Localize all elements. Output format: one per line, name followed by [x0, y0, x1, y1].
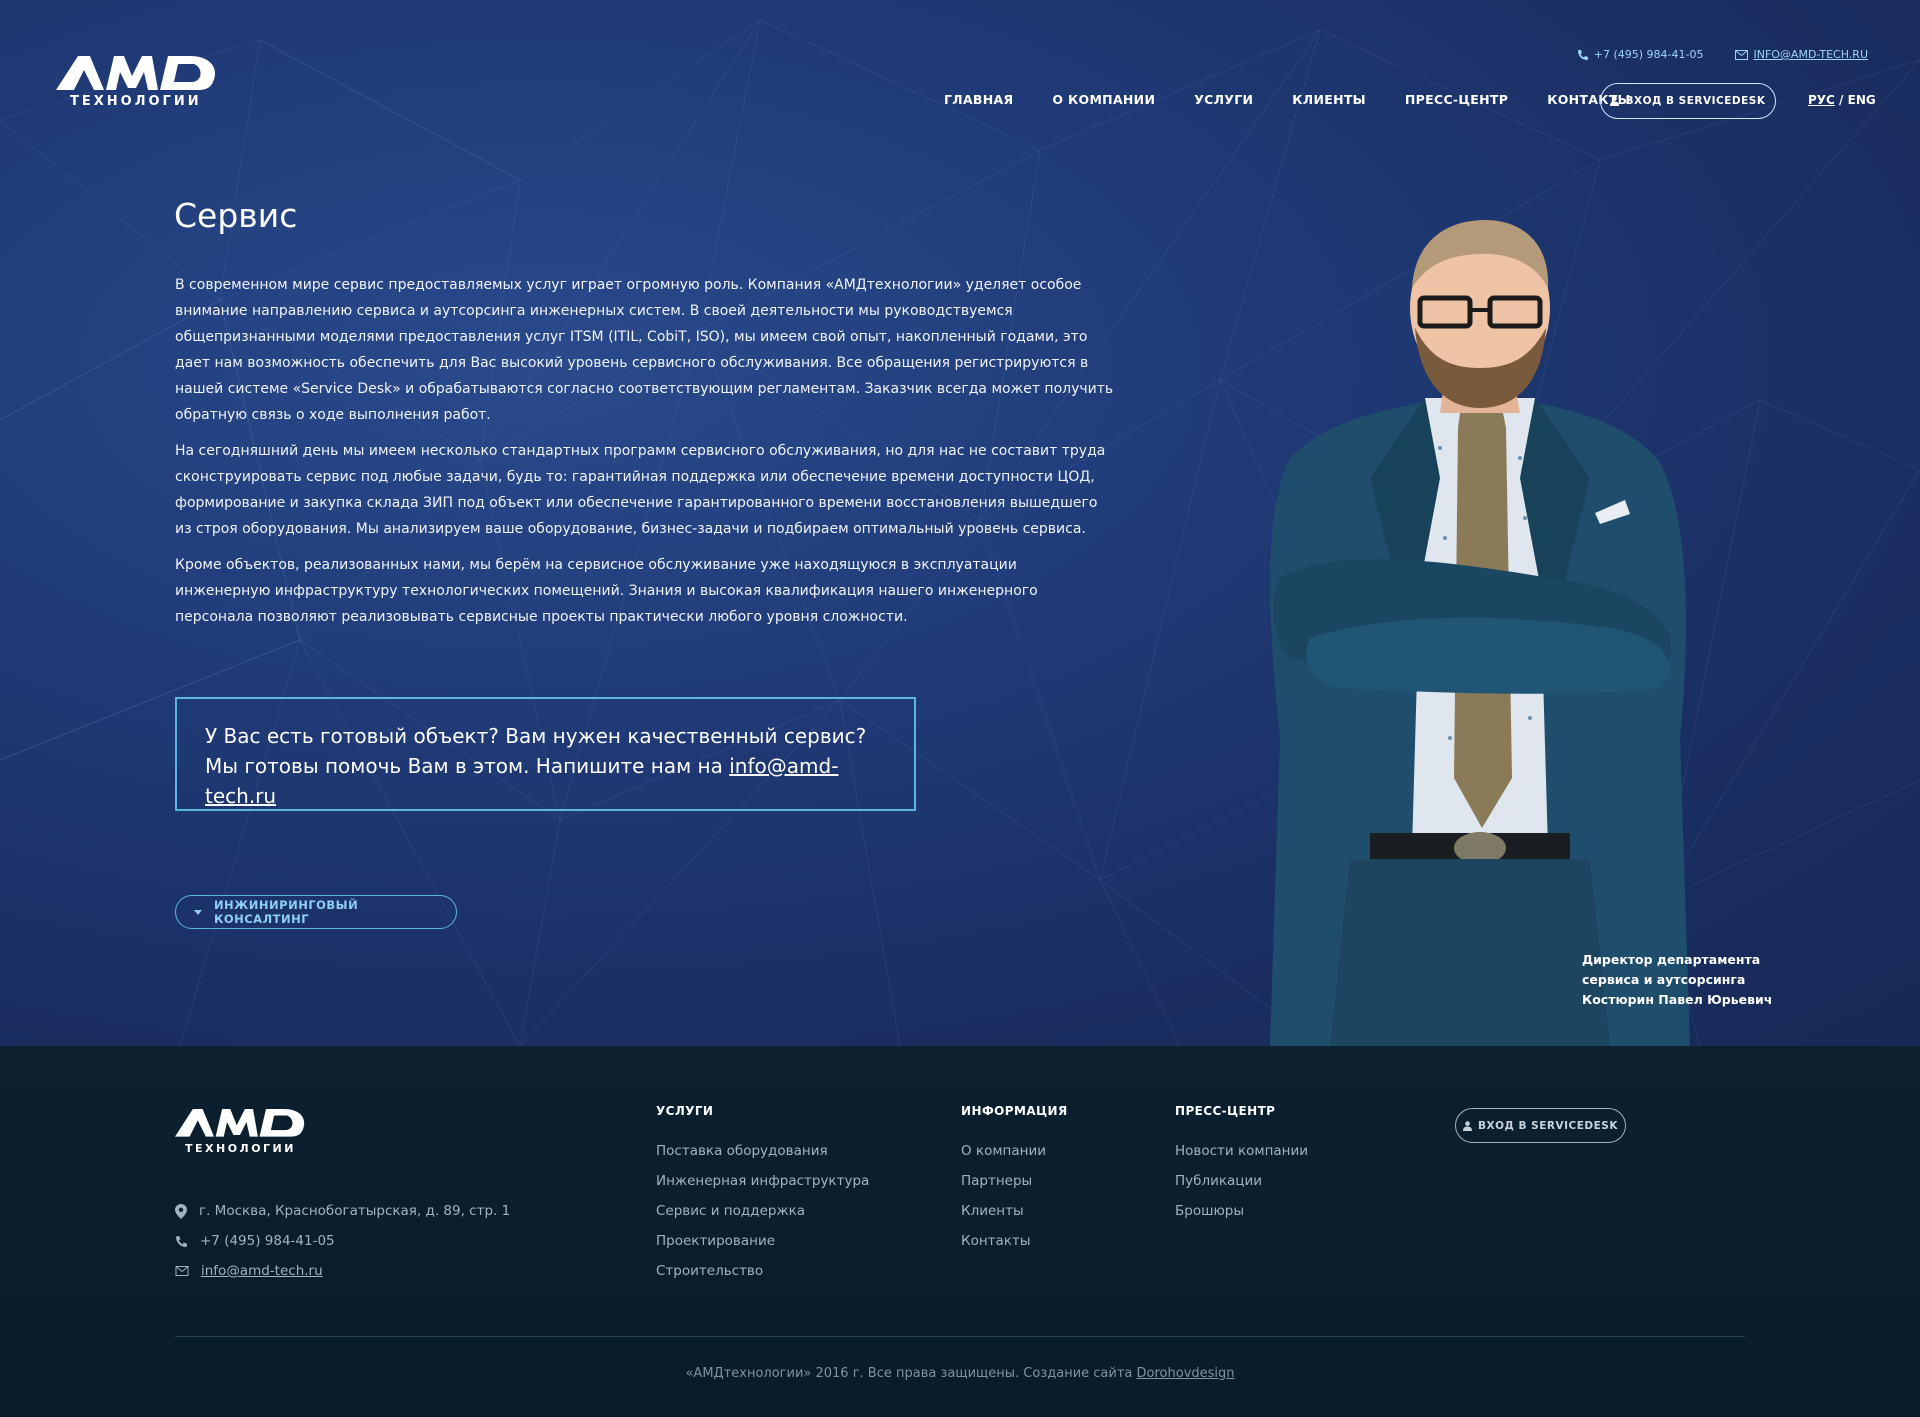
footer-phone-text: +7 (495) 984-41-05	[200, 1233, 335, 1249]
top-contacts: +7 (495) 984-41-05 INFO@AMD-TECH.RU	[1577, 48, 1868, 61]
cta-line-1: У Вас есть готовый объект? Вам нужен кач…	[205, 724, 867, 748]
cta-line-2: Мы готовы помочь Вам в этом. Напишите на…	[205, 751, 886, 811]
footer-email[interactable]: info@amd-tech.ru	[175, 1256, 510, 1286]
nav-item-services[interactable]: УСЛУГИ	[1194, 92, 1253, 107]
footer-link[interactable]: Публикации	[1175, 1166, 1308, 1196]
page: ТЕХНОЛОГИИ +7 (495) 984-41-05 INFO@AMD-T…	[0, 0, 1920, 1417]
cta-line-2-text: Мы готовы помочь Вам в этом. Напишите на…	[205, 754, 723, 778]
user-icon	[1462, 1120, 1472, 1131]
consulting-label: ИНЖИНИРИНГОВЫЙ КОНСАЛТИНГ	[213, 898, 359, 926]
lang-separator: /	[1839, 93, 1844, 107]
location-icon	[175, 1203, 187, 1219]
lang-en[interactable]: ENG	[1848, 93, 1876, 107]
footer-link[interactable]: Сервис и поддержка	[656, 1196, 869, 1226]
footer-link[interactable]: Клиенты	[961, 1196, 1068, 1226]
footer-address-text: г. Москва, Краснобогатырская, д. 89, стр…	[199, 1203, 511, 1219]
director-photo	[1270, 220, 1690, 1046]
user-icon	[1610, 96, 1620, 106]
photo-caption: Директор департамента сервиса и аутсорси…	[1582, 950, 1772, 1010]
footer-column-title: ИНФОРМАЦИЯ	[961, 1104, 1068, 1118]
footer-divider	[175, 1336, 1745, 1337]
footer-link[interactable]: Партнеры	[961, 1166, 1068, 1196]
copyright-text: «АМДтехнологии» 2016 г. Все права защище…	[685, 1366, 1133, 1381]
paragraph: Кроме объектов, реализованных нами, мы б…	[175, 557, 1038, 625]
footer-link[interactable]: Строительство	[656, 1256, 869, 1286]
logo-mark-icon	[56, 56, 216, 90]
footer-servicedesk-label: ВХОД В SERVICEDESK	[1477, 1119, 1618, 1132]
footer-link[interactable]: Проектирование	[656, 1226, 869, 1256]
nav-item-press[interactable]: ПРЕСС-ЦЕНТР	[1405, 92, 1508, 107]
header-email-text: INFO@AMD-TECH.RU	[1753, 48, 1868, 61]
footer-link[interactable]: Контакты	[961, 1226, 1068, 1256]
nav-item-home[interactable]: ГЛАВНАЯ	[944, 92, 1013, 107]
paragraph: На сегодняшний день мы имеем несколько с…	[175, 443, 1106, 537]
footer-phone[interactable]: +7 (495) 984-41-05	[175, 1226, 510, 1256]
footer-logo-subtitle: ТЕХНОЛОГИИ	[185, 1142, 296, 1155]
main-nav: ГЛАВНАЯ О КОМПАНИИ УСЛУГИ КЛИЕНТЫ ПРЕСС-…	[944, 92, 1631, 107]
footer-column-press: ПРЕСС-ЦЕНТР Новости компании Публикации …	[1175, 1104, 1308, 1226]
logo[interactable]: ТЕХНОЛОГИИ	[56, 50, 216, 110]
copyright: «АМДтехнологии» 2016 г. Все права защище…	[0, 1366, 1920, 1381]
logo-subtitle: ТЕХНОЛОГИИ	[70, 94, 202, 109]
lang-ru[interactable]: РУС	[1808, 93, 1835, 107]
footer-logo[interactable]: ТЕХНОЛОГИИ	[175, 1104, 305, 1155]
header-phone[interactable]: +7 (495) 984-41-05	[1577, 48, 1704, 61]
logo-mark-icon	[175, 1109, 305, 1137]
paragraph: В современном мире сервис предоставляемы…	[175, 277, 1114, 423]
mail-icon	[1735, 49, 1749, 60]
servicedesk-button[interactable]: ВХОД В SERVICEDESK	[1600, 83, 1776, 119]
header-email[interactable]: INFO@AMD-TECH.RU	[1735, 48, 1868, 61]
phone-icon	[176, 1235, 187, 1247]
caption-line: Костюрин Павел Юрьевич	[1582, 992, 1773, 1007]
nav-item-clients[interactable]: КЛИЕНТЫ	[1292, 92, 1366, 107]
caption-line: Директор департамента	[1582, 952, 1761, 967]
footer-link[interactable]: Новости компании	[1175, 1136, 1308, 1166]
header-phone-text: +7 (495) 984-41-05	[1593, 48, 1704, 61]
page-title: Сервис	[174, 196, 298, 235]
phone-icon	[1577, 49, 1588, 60]
service-description: В современном мире сервис предоставляемы…	[175, 272, 1115, 640]
footer-column-title: ПРЕСС-ЦЕНТР	[1175, 1104, 1276, 1118]
nav-item-about[interactable]: О КОМПАНИИ	[1052, 92, 1155, 107]
servicedesk-label: ВХОД В SERVICEDESK	[1625, 95, 1766, 107]
footer-email-text: info@amd-tech.ru	[201, 1263, 323, 1279]
footer-contacts: г. Москва, Краснобогатырская, д. 89, стр…	[175, 1196, 510, 1286]
cta-box: У Вас есть готовый объект? Вам нужен кач…	[175, 697, 916, 811]
chevron-down-icon	[194, 909, 202, 915]
mail-icon	[175, 1266, 189, 1276]
language-switcher: РУС / ENG	[1808, 93, 1876, 107]
footer-column-services: УСЛУГИ Поставка оборудования Инженерная …	[656, 1104, 869, 1286]
footer: ТЕХНОЛОГИИ г. Москва, Краснобогатырская,…	[0, 1046, 1920, 1417]
caption-line: сервиса и аутсорсинга	[1582, 972, 1746, 987]
consulting-button[interactable]: ИНЖИНИРИНГОВЫЙ КОНСАЛТИНГ	[175, 895, 457, 929]
footer-link[interactable]: Брошюры	[1175, 1196, 1308, 1226]
footer-link[interactable]: О компании	[961, 1136, 1068, 1166]
footer-link[interactable]: Инженерная инфраструктура	[656, 1166, 869, 1196]
hero-section: ТЕХНОЛОГИИ +7 (495) 984-41-05 INFO@AMD-T…	[0, 0, 1920, 1046]
footer-link[interactable]: Поставка оборудования	[656, 1136, 869, 1166]
footer-column-title: УСЛУГИ	[656, 1104, 714, 1118]
footer-address: г. Москва, Краснобогатырская, д. 89, стр…	[175, 1196, 510, 1226]
footer-servicedesk-button[interactable]: ВХОД В SERVICEDESK	[1455, 1108, 1626, 1143]
copyright-author-link[interactable]: Dorohovdesign	[1137, 1366, 1235, 1381]
footer-column-info: ИНФОРМАЦИЯ О компании Партнеры Клиенты К…	[961, 1104, 1068, 1256]
